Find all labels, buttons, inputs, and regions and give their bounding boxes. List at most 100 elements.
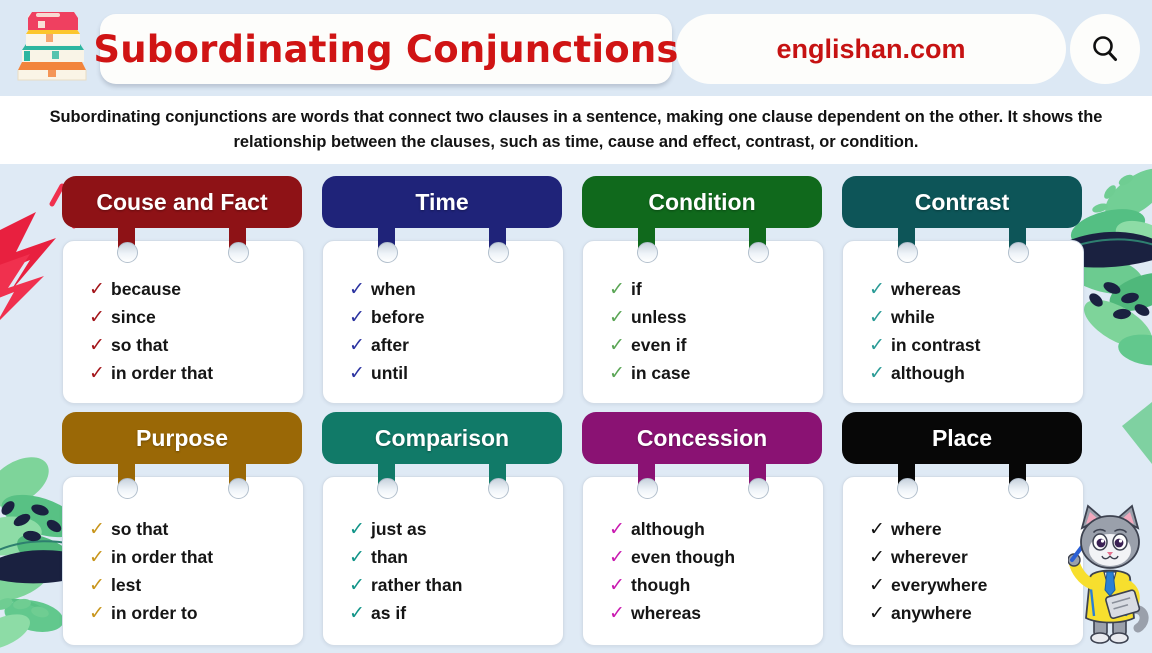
card-condition: ✓ if ✓ unless ✓ even if ✓ in case Condition <box>582 176 824 404</box>
card-header: Concession <box>582 412 822 464</box>
conjunction-label: in case <box>631 362 691 383</box>
list-item: ✓ if <box>609 275 815 303</box>
page-header: Subordinating Conjunctions englishan.com <box>0 0 1152 96</box>
conjunction-label: unless <box>631 306 687 327</box>
checkmark-icon: ✓ <box>89 277 105 300</box>
conjunction-list: ✓ just as ✓ than ✓ rather than ✓ as if <box>349 515 555 627</box>
card-title: Couse and Fact <box>96 188 268 215</box>
conjunction-label: even if <box>631 334 687 355</box>
list-item: ✓ anywhere <box>869 599 1075 627</box>
card-body: ✓ when ✓ before ✓ after ✓ until <box>322 240 564 404</box>
checkmark-icon: ✓ <box>609 333 625 356</box>
checkmark-icon: ✓ <box>89 573 105 596</box>
card-title: Contrast <box>914 188 1010 215</box>
conjunction-list: ✓ if ✓ unless ✓ even if ✓ in case <box>609 275 815 387</box>
checkmark-icon: ✓ <box>609 361 625 384</box>
conjunction-list: ✓ when ✓ before ✓ after ✓ until <box>349 275 555 387</box>
card-body: ✓ so that ✓ in order that ✓ lest ✓ in order to <box>62 476 304 646</box>
grommet-left <box>897 242 918 263</box>
list-item: ✓ because <box>89 275 295 303</box>
card-purpose: ✓ so that ✓ in order that ✓ lest ✓ in order to P… <box>62 412 304 646</box>
list-item: ✓ wherever <box>869 543 1075 571</box>
stack-of-books-icon <box>8 8 96 88</box>
search-button[interactable] <box>1070 14 1140 84</box>
checkmark-icon: ✓ <box>89 361 105 384</box>
list-item: ✓ everywhere <box>869 571 1075 599</box>
checkmark-icon: ✓ <box>869 277 885 300</box>
checkmark-icon: ✓ <box>349 305 365 328</box>
list-item: ✓ until <box>349 359 555 387</box>
checkmark-icon: ✓ <box>89 305 105 328</box>
page-title: Subordinating Conjunctions <box>93 14 678 84</box>
conjunction-label: while <box>891 306 935 327</box>
card-header: Purpose <box>62 412 302 464</box>
checkmark-icon: ✓ <box>609 601 625 624</box>
list-item: ✓ although <box>609 515 815 543</box>
card-title: Comparison <box>374 424 510 451</box>
conjunction-label: whereas <box>891 278 962 299</box>
checkmark-icon: ✓ <box>869 305 885 328</box>
checkmark-icon: ✓ <box>89 333 105 356</box>
conjunction-label: so that <box>111 518 169 539</box>
conjunction-label: in order that <box>111 546 214 567</box>
conjunction-label: before <box>371 306 425 327</box>
card-header: Place <box>842 412 1082 464</box>
checkmark-icon: ✓ <box>609 517 625 540</box>
card-body: ✓ if ✓ unless ✓ even if ✓ in case <box>582 240 824 404</box>
list-item: ✓ than <box>349 543 555 571</box>
grommet-left <box>637 478 658 499</box>
list-item: ✓ even though <box>609 543 815 571</box>
conjunction-label: as if <box>371 602 407 623</box>
conjunction-label: wherever <box>891 546 968 567</box>
conjunction-label: just as <box>371 518 427 539</box>
list-item: ✓ where <box>869 515 1075 543</box>
list-item: ✓ whereas <box>869 275 1075 303</box>
list-item: ✓ so that <box>89 515 295 543</box>
checkmark-icon: ✓ <box>349 277 365 300</box>
card-header: Couse and Fact <box>62 176 302 228</box>
conjunction-label: rather than <box>371 574 463 595</box>
card-couse-and-fact: ✓ because ✓ since ✓ so that ✓ in order that Cous… <box>62 176 304 404</box>
grommet-right <box>228 242 249 263</box>
list-item: ✓ since <box>89 303 295 331</box>
list-item: ✓ so that <box>89 331 295 359</box>
checkmark-icon: ✓ <box>349 545 365 568</box>
checkmark-icon: ✓ <box>869 361 885 384</box>
checkmark-icon: ✓ <box>869 333 885 356</box>
checkmark-icon: ✓ <box>349 333 365 356</box>
card-body: ✓ because ✓ since ✓ so that ✓ in order that <box>62 240 304 404</box>
checkmark-icon: ✓ <box>349 517 365 540</box>
conjunction-label: in order to <box>111 602 198 623</box>
conjunction-label: whereas <box>631 602 702 623</box>
grommet-left <box>117 478 138 499</box>
card-body: ✓ where ✓ wherever ✓ everywhere ✓ anywhere <box>842 476 1084 646</box>
conjunction-list: ✓ where ✓ wherever ✓ everywhere ✓ anywhere <box>869 515 1075 627</box>
conjunction-label: though <box>631 574 691 595</box>
card-header: Time <box>322 176 562 228</box>
conjunction-label: even though <box>631 546 736 567</box>
checkmark-icon: ✓ <box>349 361 365 384</box>
grommet-left <box>637 242 658 263</box>
list-item: ✓ whereas <box>609 599 815 627</box>
list-item: ✓ as if <box>349 599 555 627</box>
checkmark-icon: ✓ <box>349 601 365 624</box>
list-item: ✓ although <box>869 359 1075 387</box>
conjunction-label: lest <box>111 574 142 595</box>
list-item: ✓ before <box>349 303 555 331</box>
checkmark-icon: ✓ <box>89 517 105 540</box>
brand-badge[interactable]: englishan.com <box>676 14 1066 84</box>
conjunction-label: although <box>631 518 705 539</box>
checkmark-icon: ✓ <box>89 545 105 568</box>
conjunction-card-grid: ✓ because ✓ since ✓ so that ✓ in order that Cous… <box>0 164 1152 648</box>
card-title: Time <box>415 188 469 215</box>
list-item: ✓ in order that <box>89 543 295 571</box>
card-body: ✓ just as ✓ than ✓ rather than ✓ as if <box>322 476 564 646</box>
checkmark-icon: ✓ <box>869 545 885 568</box>
conjunction-label: because <box>111 278 182 299</box>
conjunction-label: than <box>371 546 408 567</box>
list-item: ✓ in case <box>609 359 815 387</box>
grommet-left <box>377 478 398 499</box>
card-concession: ✓ although ✓ even though ✓ though ✓ whereas Conc… <box>582 412 824 646</box>
conjunction-label: although <box>891 362 965 383</box>
description-text: Subordinating conjunctions are words tha… <box>49 108 1103 151</box>
